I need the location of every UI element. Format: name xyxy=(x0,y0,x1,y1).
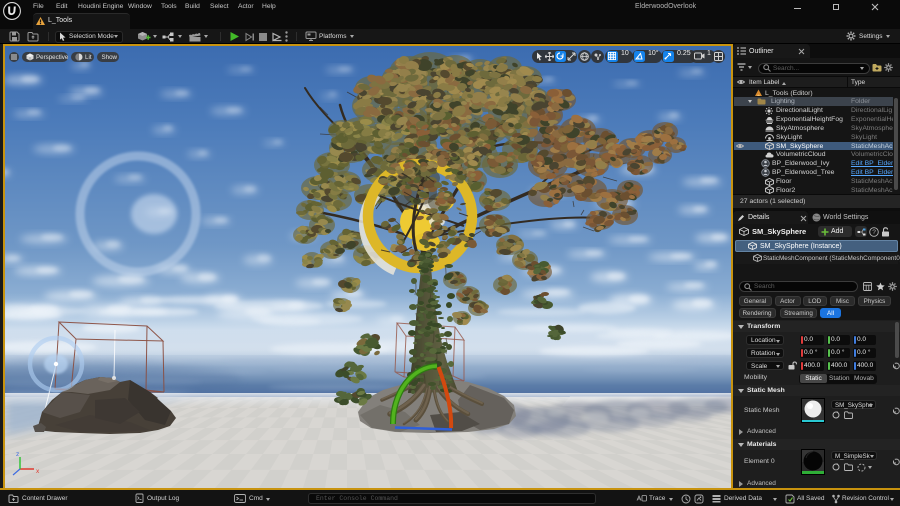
svg-text:z: z xyxy=(16,451,19,458)
svg-text:?: ? xyxy=(872,229,876,236)
